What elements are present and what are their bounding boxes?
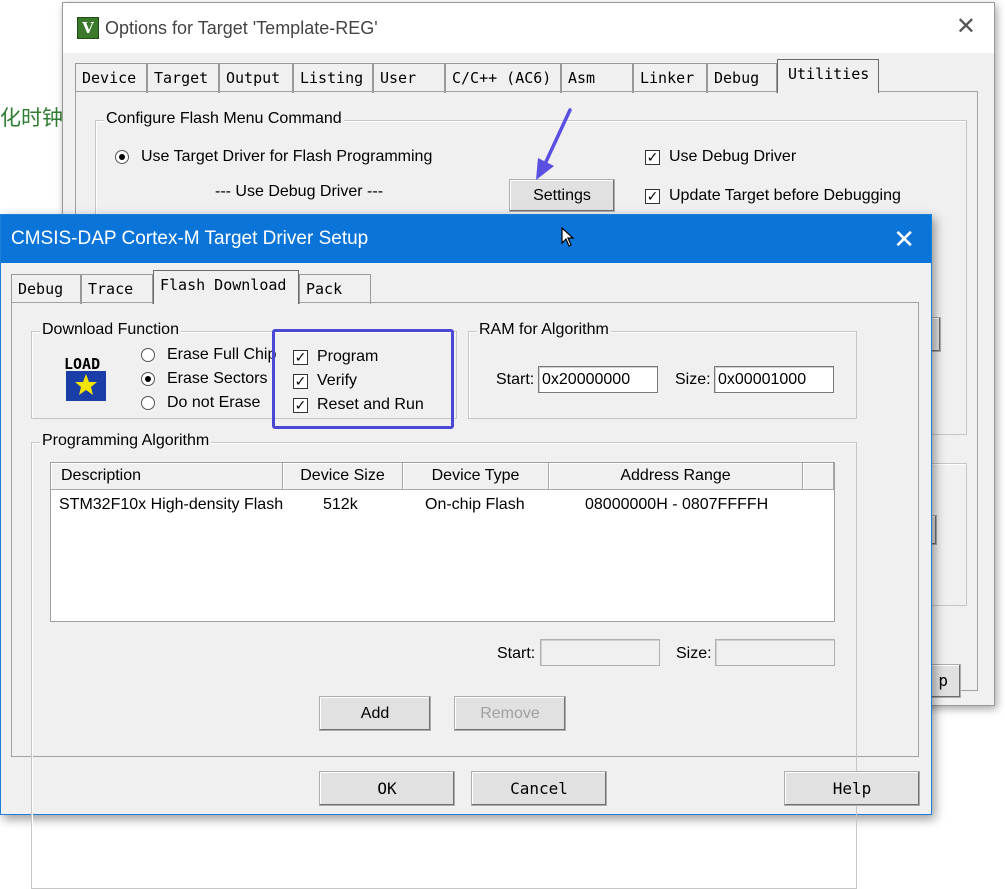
checkmark-icon: ✓	[645, 187, 660, 204]
annotation-highlight-box	[272, 329, 454, 429]
algo-size-input	[715, 639, 835, 666]
row-device-size: 512k	[323, 496, 358, 513]
algorithm-list-header: Description Device Size Device Type Addr…	[51, 463, 834, 490]
tab-linker[interactable]: Linker	[633, 63, 707, 93]
use-target-driver-label: Use Target Driver for Flash Programming	[141, 148, 433, 165]
erase-sectors-label: Erase Sectors	[167, 370, 268, 387]
row-description: STM32F10x High-density Flash	[59, 496, 283, 513]
keil-app-icon: V	[77, 17, 99, 39]
column-device-type[interactable]: Device Type	[403, 463, 549, 490]
tab-cpp[interactable]: C/C++ (AC6)	[445, 63, 561, 93]
remove-button: Remove	[454, 696, 566, 731]
algo-start-input	[540, 639, 660, 666]
dialog-titlebar: CMSIS-DAP Cortex-M Target Driver Setup ✕	[1, 215, 931, 263]
tab-asm[interactable]: Asm	[561, 63, 633, 93]
row-address-range: 08000000H - 0807FFFFH	[585, 496, 769, 513]
debug-driver-select[interactable]: --- Use Debug Driver ---	[215, 183, 383, 201]
tab-device[interactable]: Device	[75, 63, 147, 93]
column-description[interactable]: Description	[51, 463, 283, 490]
use-target-driver-radio[interactable]: Use Target Driver for Flash Programming	[115, 148, 432, 166]
erase-full-chip-radio[interactable]: Erase Full Chip	[141, 346, 276, 364]
programming-algorithm-label: Programming Algorithm	[40, 432, 212, 450]
ok-button[interactable]: OK	[319, 771, 455, 806]
tab-output[interactable]: Output	[219, 63, 293, 93]
load-icon-text: LOAD	[64, 355, 100, 373]
erase-full-chip-label: Erase Full Chip	[167, 346, 277, 363]
do-not-erase-radio[interactable]: Do not Erase	[141, 394, 260, 412]
use-debug-driver-label: Use Debug Driver	[669, 148, 797, 165]
use-debug-driver-checkbox[interactable]: ✓ Use Debug Driver	[645, 148, 796, 166]
row-device-type: On-chip Flash	[425, 496, 525, 513]
tab-user[interactable]: User	[373, 63, 445, 93]
options-close-icon[interactable]: ✕	[956, 15, 976, 39]
options-titlebar: V Options for Target 'Template-REG' ✕	[63, 3, 994, 53]
ram-size-label: Size:	[675, 371, 711, 388]
table-row[interactable]: STM32F10x High-density Flash 512k On-chi…	[51, 493, 809, 517]
tab-pack[interactable]: Pack	[299, 274, 371, 304]
add-button[interactable]: Add	[319, 696, 431, 731]
tab-debug[interactable]: Debug	[11, 274, 81, 304]
tab-debug[interactable]: Debug	[707, 63, 777, 93]
options-window-title: Options for Target 'Template-REG'	[105, 18, 378, 38]
cmsis-dap-setup-dialog: CMSIS-DAP Cortex-M Target Driver Setup ✕…	[0, 214, 932, 889]
erase-sectors-radio[interactable]: Erase Sectors	[141, 370, 267, 388]
load-icon: LOAD	[64, 355, 106, 401]
column-spacer	[803, 463, 834, 490]
download-function-label: Download Function	[40, 321, 181, 339]
ram-for-algorithm-label: RAM for Algorithm	[477, 321, 611, 339]
tab-listing[interactable]: Listing	[293, 63, 373, 93]
ram-start-input[interactable]: 0x20000000	[538, 366, 658, 393]
tab-target[interactable]: Target	[147, 63, 219, 93]
annotation-arrow-icon	[536, 108, 572, 180]
help-button[interactable]: Help	[784, 771, 920, 806]
tab-flash-download[interactable]: Flash Download	[153, 270, 299, 304]
configure-flash-label: Configure Flash Menu Command	[104, 110, 344, 128]
dialog-close-icon[interactable]: ✕	[893, 226, 915, 252]
update-target-checkbox[interactable]: ✓ Update Target before Debugging	[645, 187, 901, 205]
mouse-cursor-icon	[561, 227, 575, 247]
column-address-range[interactable]: Address Range	[549, 463, 803, 490]
radio-indicator	[115, 150, 129, 164]
tab-utilities[interactable]: Utilities	[777, 59, 879, 93]
dialog-title: CMSIS-DAP Cortex-M Target Driver Setup	[11, 228, 369, 249]
algo-start-label: Start:	[497, 645, 536, 662]
background-partial-text: 化时钟	[0, 106, 63, 130]
tab-trace[interactable]: Trace	[81, 274, 153, 304]
radio-indicator	[141, 372, 155, 386]
ram-start-label: Start:	[496, 371, 535, 388]
update-target-label: Update Target before Debugging	[669, 187, 901, 204]
radio-indicator	[141, 348, 155, 362]
checkmark-icon: ✓	[645, 148, 660, 165]
radio-indicator	[141, 396, 155, 410]
cancel-button[interactable]: Cancel	[471, 771, 607, 806]
column-device-size[interactable]: Device Size	[283, 463, 403, 490]
algo-size-label: Size:	[676, 645, 712, 662]
algorithm-list[interactable]: Description Device Size Device Type Addr…	[50, 462, 835, 622]
ram-size-input[interactable]: 0x00001000	[714, 366, 834, 393]
do-not-erase-label: Do not Erase	[167, 394, 261, 411]
